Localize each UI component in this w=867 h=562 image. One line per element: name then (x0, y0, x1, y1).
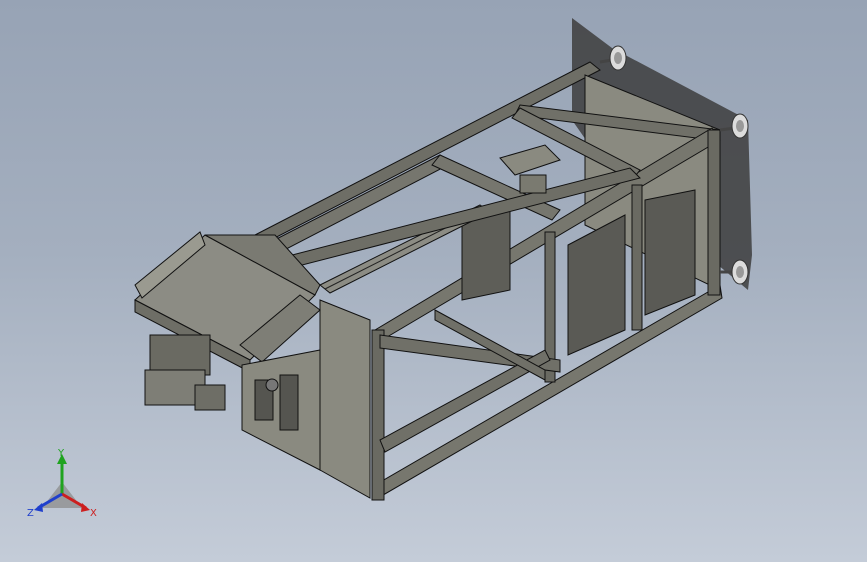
z-axis-arrow (34, 503, 43, 512)
post-mid-2 (631, 184, 643, 331)
mechanism-block-1 (149, 334, 211, 376)
slider-block-2 (279, 374, 299, 431)
cad-viewport[interactable]: Y X Z (0, 0, 867, 562)
motor-box-1 (567, 214, 626, 356)
post-back-right (707, 129, 721, 296)
x-axis-label: X (90, 508, 97, 519)
coordinate-triad: Y X Z (27, 448, 97, 519)
motor-box-2 (644, 189, 696, 316)
x-axis-arrow (81, 503, 90, 512)
post-front-right (371, 329, 385, 501)
bracket-block (519, 174, 547, 194)
z-axis-label: Z (27, 508, 34, 519)
bracket-top-center (499, 144, 561, 176)
mechanism-block-3 (194, 384, 226, 411)
plate-front-left (319, 299, 371, 499)
cad-model-frame-assembly[interactable] (0, 0, 867, 562)
y-axis-label: Y (57, 448, 65, 459)
bearing-circle (265, 378, 279, 392)
